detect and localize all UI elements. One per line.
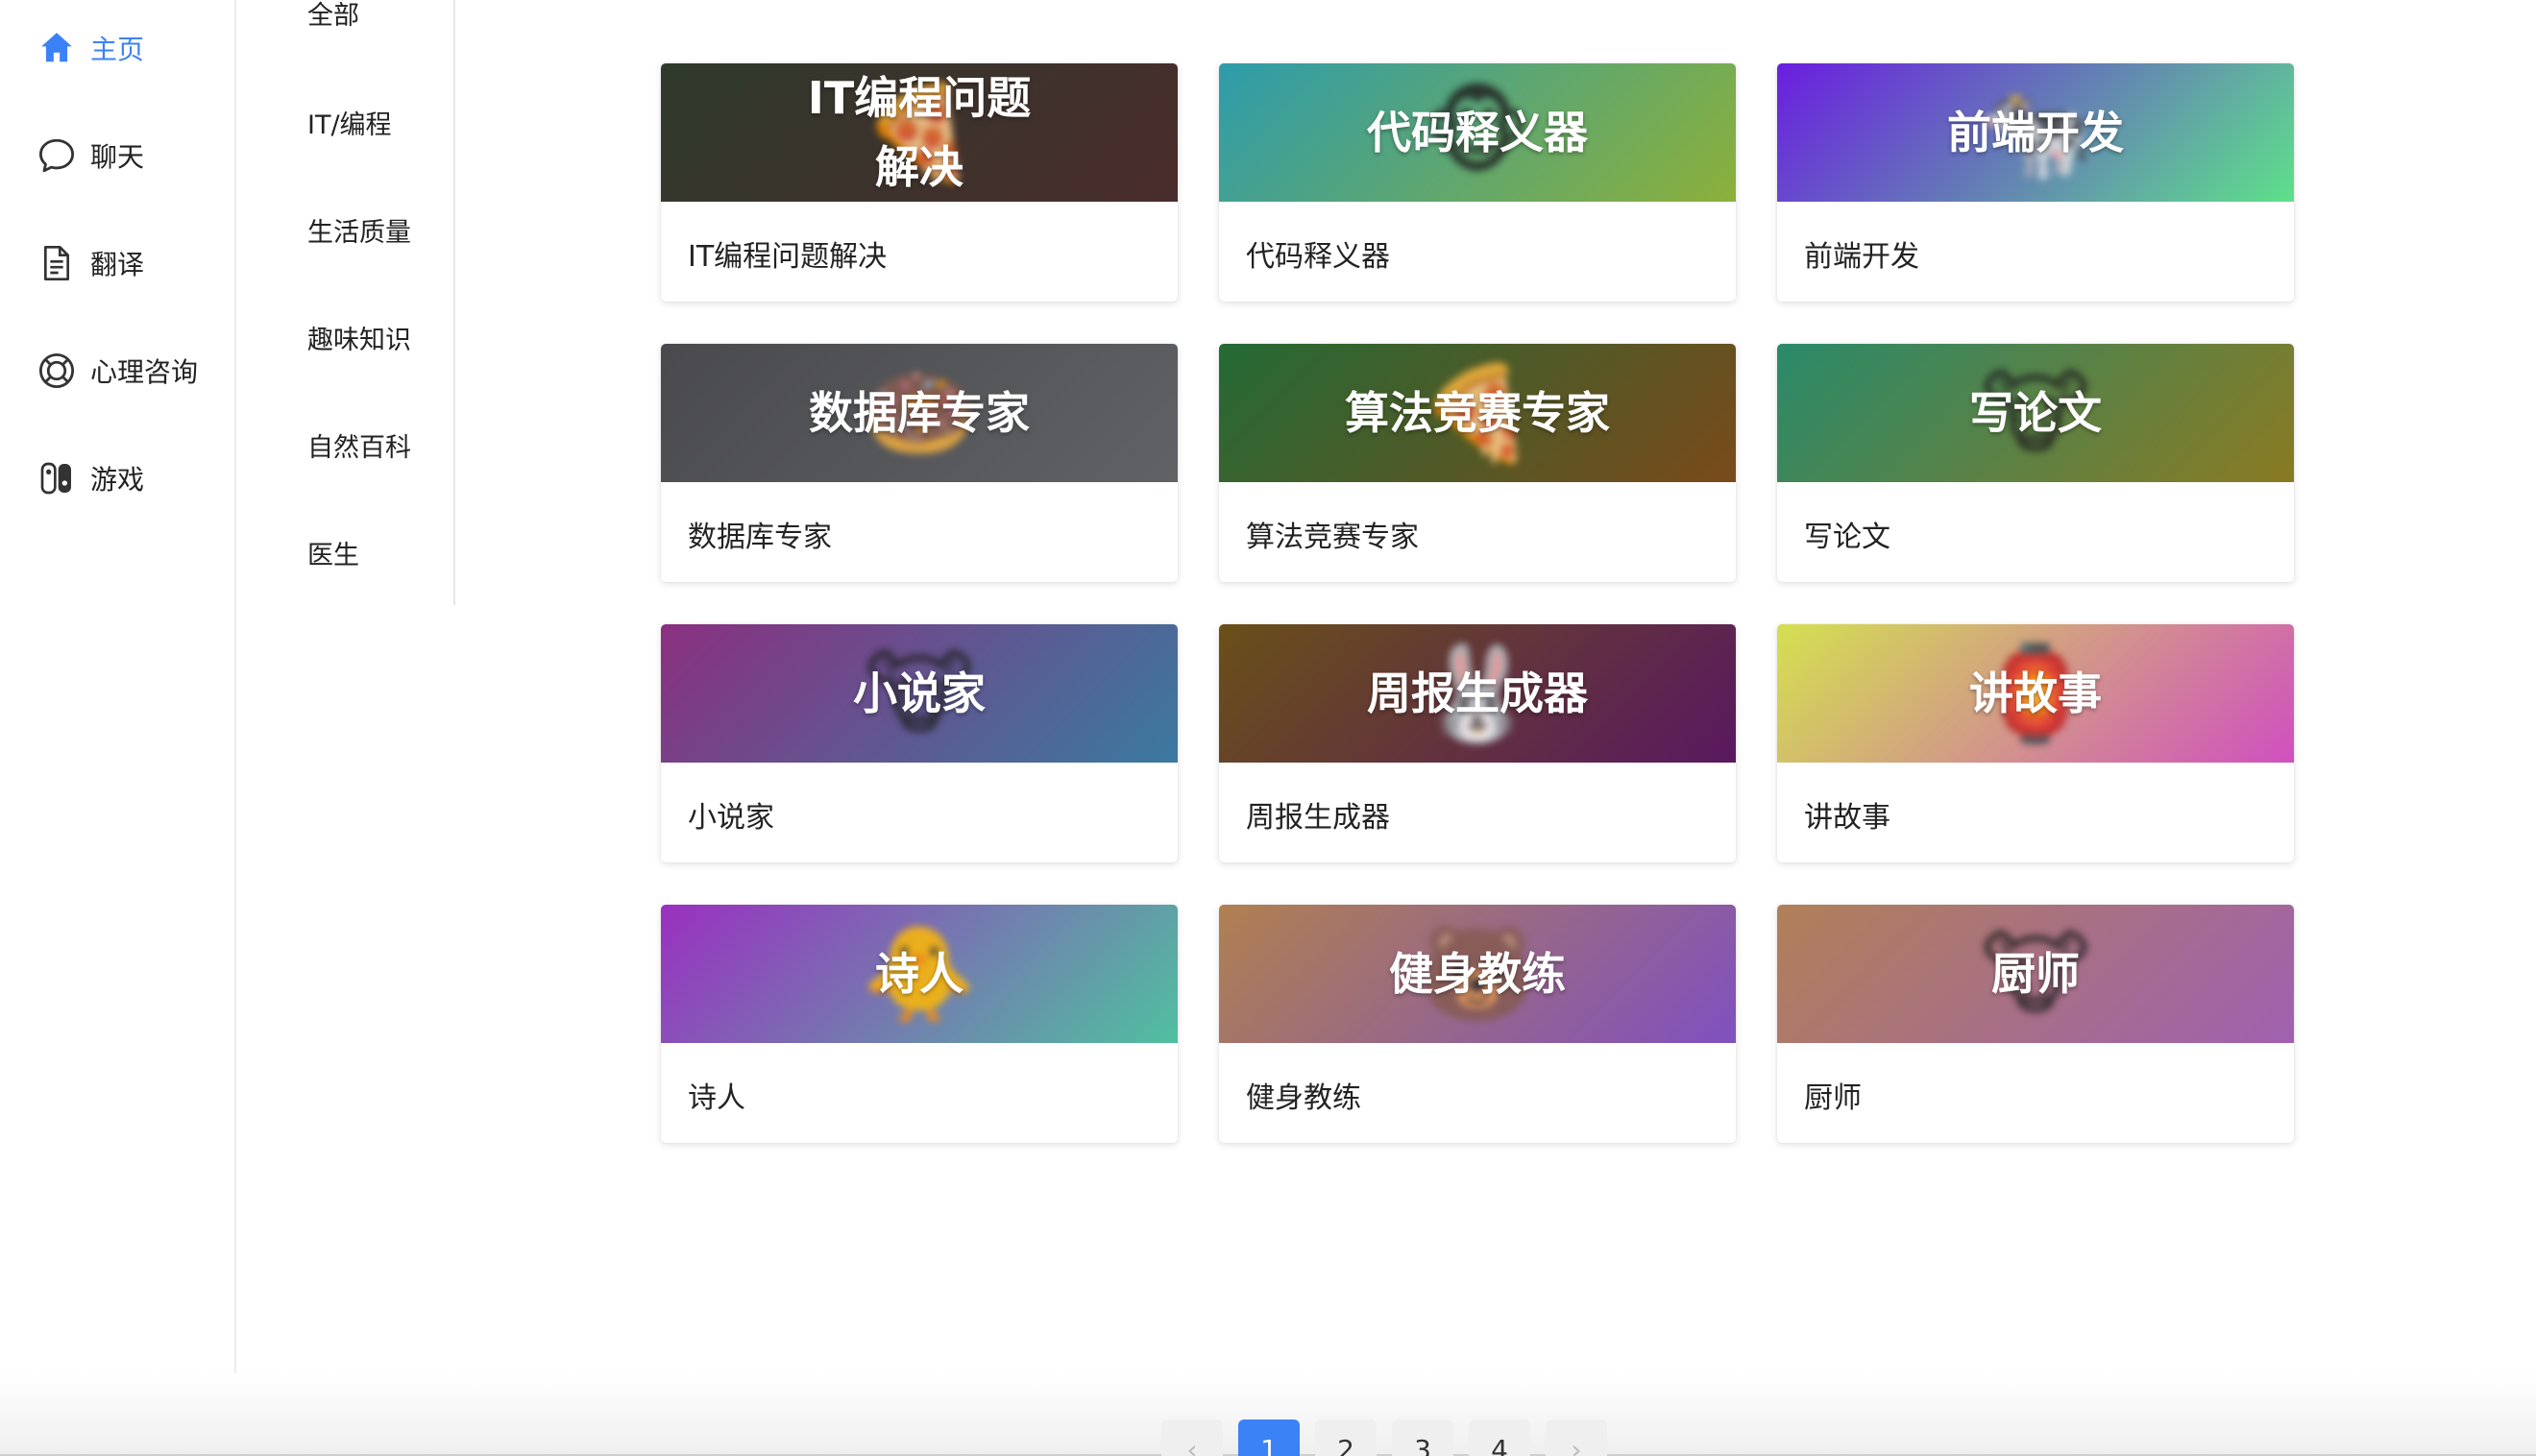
card-banner: 🐵 代码释义器 [1219, 63, 1736, 202]
primary-nav: 主页 聊天 翻译 心理咨询 游戏 [0, 0, 236, 1383]
nav-item-label: 主页 [90, 34, 145, 65]
card-name: 周报生成器 [1246, 801, 1390, 835]
card-banner: 🐥 诗人 [661, 905, 1178, 1043]
card-name: 健身教练 [1246, 1081, 1361, 1115]
card-name: 数据库专家 [688, 521, 832, 554]
nav-item-home[interactable]: 主页 [37, 19, 144, 77]
nav-item-label: 游戏 [90, 464, 145, 496]
card-banner: 🏮 讲故事 [1777, 624, 2294, 763]
card-banner: 🍕 IT编程问题解决 [661, 63, 1178, 202]
card-banner-title: IT编程问题解决 [807, 72, 1032, 193]
card-banner-title: 讲故事 [1969, 667, 2102, 719]
page-button-3[interactable]: 3 [1392, 1420, 1453, 1456]
category-all[interactable]: 全部 [307, 0, 359, 32]
card-banner: 🐮 小说家 [661, 624, 1178, 763]
card-name: 诗人 [688, 1081, 745, 1115]
card-banner: 🍕 算法竞赛专家 [1219, 344, 1736, 482]
prompt-card[interactable]: 🐵 代码释义器 代码释义器 [1219, 63, 1736, 302]
card-banner-title: 周报生成器 [1367, 667, 1588, 719]
card-banner: 🐻 健身教练 [1219, 905, 1736, 1043]
category-list: 全部 IT/编程 生活质量 趣味知识 自然百科 医生 [238, 0, 455, 605]
category-life[interactable]: 生活质量 [307, 211, 411, 249]
prompt-card[interactable]: 🏮 讲故事 讲故事 [1777, 624, 2294, 862]
card-name: 厨师 [1804, 1081, 1862, 1115]
card-banner-title: 厨师 [1991, 948, 2080, 1000]
prompt-card[interactable]: 🐥 诗人 诗人 [661, 905, 1178, 1143]
prompt-card[interactable]: 🍕 算法竞赛专家 算法竞赛专家 [1219, 344, 1736, 582]
card-banner: 🐰 周报生成器 [1219, 624, 1736, 763]
app-root: 主页 聊天 翻译 心理咨询 游戏 全部 IT/编程 生活质量 趣味知识 自然百科… [0, 0, 2536, 1456]
prompt-card[interactable]: 🐮 小说家 小说家 [661, 624, 1178, 862]
category-it[interactable]: IT/编程 [307, 104, 392, 141]
document-icon [37, 243, 77, 283]
card-name: 小说家 [688, 801, 774, 835]
page-button-2[interactable]: 2 [1315, 1420, 1377, 1456]
game-controller-icon [37, 458, 77, 498]
card-banner-title: 数据库专家 [809, 387, 1030, 439]
prompt-card[interactable]: 🐻 健身教练 健身教练 [1219, 905, 1736, 1143]
card-banner: 🍩 数据库专家 [661, 344, 1178, 482]
prompt-card[interactable]: 🐄 前端开发 前端开发 [1777, 63, 2294, 302]
prompt-card[interactable]: 🐰 周报生成器 周报生成器 [1219, 624, 1736, 862]
card-banner-title: 算法竞赛专家 [1345, 387, 1610, 439]
prompt-card[interactable]: 🍕 IT编程问题解决 IT编程问题解决 [661, 63, 1178, 302]
chat-bubble-icon [37, 135, 77, 176]
card-banner-title: 写论文 [1969, 387, 2102, 439]
page-button-1[interactable]: 1 [1238, 1420, 1300, 1456]
category-doctor[interactable]: 医生 [307, 534, 359, 571]
lifebuoy-icon [37, 351, 77, 391]
card-name: 算法竞赛专家 [1246, 521, 1419, 554]
category-nature[interactable]: 自然百科 [307, 426, 411, 464]
category-fun[interactable]: 趣味知识 [307, 319, 411, 356]
nav-item-label: 聊天 [90, 141, 145, 173]
prompt-card[interactable]: 🐮 厨师 厨师 [1777, 905, 2294, 1143]
card-banner: 🐮 厨师 [1777, 905, 2294, 1043]
prompt-card[interactable]: 🐮 写论文 写论文 [1777, 344, 2294, 582]
prompt-card[interactable]: 🍩 数据库专家 数据库专家 [661, 344, 1178, 582]
card-banner-title: 健身教练 [1389, 948, 1566, 1000]
card-banner-title: 代码释义器 [1367, 107, 1588, 158]
prev-page-button[interactable]: ‹ [1161, 1420, 1223, 1456]
card-banner: 🐄 前端开发 [1777, 63, 2294, 202]
page-button-4[interactable]: 4 [1469, 1420, 1530, 1456]
next-page-button[interactable]: › [1546, 1420, 1607, 1456]
home-icon [37, 28, 77, 68]
nav-item-games[interactable]: 游戏 [37, 449, 144, 507]
nav-item-counseling[interactable]: 心理咨询 [37, 342, 198, 400]
card-banner-title: 小说家 [853, 667, 986, 719]
card-name: 代码释义器 [1246, 240, 1390, 274]
nav-item-label: 翻译 [90, 249, 145, 280]
card-name: 前端开发 [1804, 240, 1919, 274]
nav-item-label: 心理咨询 [90, 356, 199, 388]
card-name: 写论文 [1804, 521, 1890, 554]
card-banner: 🐮 写论文 [1777, 344, 2294, 482]
card-name: IT编程问题解决 [688, 240, 888, 274]
card-banner-title: 前端开发 [1947, 107, 2124, 158]
nav-item-translate[interactable]: 翻译 [37, 234, 144, 292]
nav-item-chat[interactable]: 聊天 [37, 127, 144, 184]
card-banner-title: 诗人 [875, 948, 963, 1000]
card-name: 讲故事 [1804, 801, 1890, 835]
